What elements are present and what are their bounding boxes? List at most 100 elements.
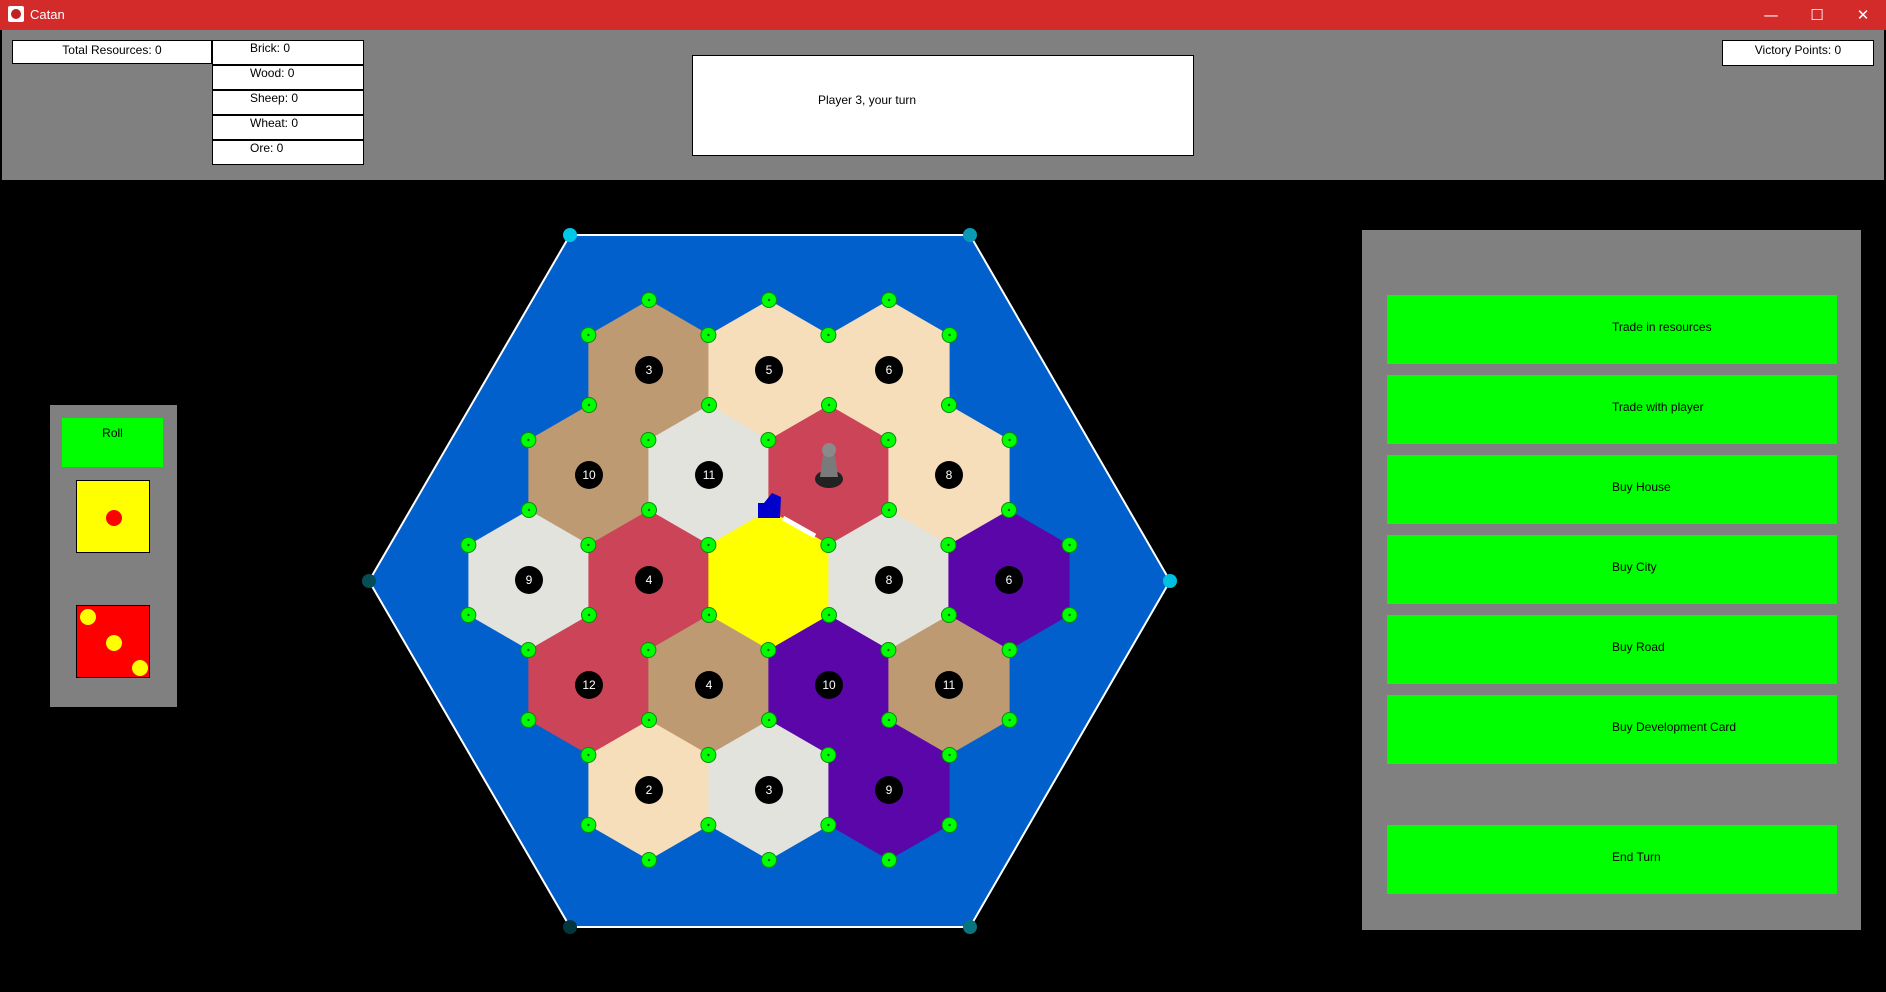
port-node xyxy=(963,228,977,242)
settlement-node-dot xyxy=(587,543,590,547)
number-token-label: 5 xyxy=(766,363,773,377)
settlement-node-dot xyxy=(707,613,711,617)
settlement-node-dot xyxy=(767,858,771,862)
settlement-node-dot xyxy=(707,403,711,407)
settlement-node-dot xyxy=(1007,508,1011,512)
settlement-node-dot xyxy=(707,753,710,757)
settlement-node-dot xyxy=(827,753,830,757)
port-node xyxy=(563,920,577,934)
dice-panel: Roll xyxy=(50,405,177,707)
roll-button[interactable]: Roll xyxy=(62,418,163,467)
number-token-label: 2 xyxy=(646,783,653,797)
number-token-label: 6 xyxy=(886,363,893,377)
settlement-node-dot xyxy=(947,543,950,547)
settlement-node-dot xyxy=(767,718,771,722)
number-token-label: 3 xyxy=(646,363,653,377)
settlement-node-dot xyxy=(827,333,830,337)
die-pip xyxy=(106,509,122,526)
number-token-label: 12 xyxy=(582,678,596,692)
settlement-node-dot xyxy=(947,613,951,617)
settlement-node-dot xyxy=(827,823,830,827)
settlement-node-dot xyxy=(707,543,710,547)
settlement-node-dot xyxy=(527,718,530,722)
end-turn-label: End Turn xyxy=(1612,850,1661,864)
buy-development-card-label: Buy Development Card xyxy=(1612,720,1737,734)
buy-road-label: Buy Road xyxy=(1612,640,1665,654)
robber-body xyxy=(820,455,838,477)
settlement-node-dot xyxy=(647,718,651,722)
settlement-node-dot xyxy=(887,858,891,862)
trade-resources-button[interactable]: Trade in resources xyxy=(1387,295,1837,364)
die-2 xyxy=(76,605,150,678)
settlement-node-dot xyxy=(467,543,470,547)
settlement-node-dot xyxy=(527,438,530,442)
settlement-node-dot xyxy=(827,613,831,617)
settlement-node-dot xyxy=(647,648,650,652)
die-1 xyxy=(76,480,150,553)
number-token-label: 4 xyxy=(646,573,653,587)
settlement-node-dot xyxy=(1008,648,1011,652)
settlement-node-dot xyxy=(767,648,770,652)
settlement-node-dot xyxy=(1068,543,1071,547)
settlement-node-dot xyxy=(647,858,651,862)
settlement-node-dot xyxy=(827,543,830,547)
port-node xyxy=(1163,574,1177,588)
trade-player-label: Trade with player xyxy=(1612,400,1704,414)
settlement-node-dot xyxy=(948,753,951,757)
number-token-label: 11 xyxy=(703,468,716,482)
settlement-node-dot xyxy=(647,438,650,442)
number-token-label: 9 xyxy=(526,573,533,587)
settlement-node-dot xyxy=(647,508,651,512)
settlement-node-dot xyxy=(527,508,531,512)
die-pip xyxy=(106,634,122,651)
number-token-label: 4 xyxy=(706,678,713,692)
settlement-node-dot xyxy=(887,438,890,442)
port-node xyxy=(362,574,376,588)
buy-house-label: Buy House xyxy=(1612,480,1671,494)
robber-head xyxy=(822,443,836,457)
die-pip xyxy=(131,660,148,677)
settlement-node-dot xyxy=(587,333,590,337)
buy-city-button[interactable]: Buy City xyxy=(1387,535,1837,604)
trade-player-button[interactable]: Trade with player xyxy=(1387,375,1837,444)
settlement-node-dot xyxy=(527,648,530,652)
number-token-label: 10 xyxy=(822,678,836,692)
settlement-node-dot xyxy=(1008,718,1011,722)
settlement-node-dot xyxy=(467,613,470,617)
settlement-node-dot xyxy=(587,403,591,407)
settlement-node-dot xyxy=(827,403,831,407)
settlement-node-dot xyxy=(887,508,891,512)
buy-road-button[interactable]: Buy Road xyxy=(1387,615,1837,684)
settlement-node-dot xyxy=(767,298,771,302)
settlement-node-dot xyxy=(887,648,890,652)
settlement-node-dot xyxy=(647,298,651,302)
buy-house-button[interactable]: Buy House xyxy=(1387,455,1837,524)
trade-resources-label: Trade in resources xyxy=(1612,320,1712,334)
end-turn-button[interactable]: End Turn xyxy=(1387,825,1837,894)
port-node xyxy=(563,228,577,242)
number-token-label: 8 xyxy=(886,573,893,587)
number-token-label: 10 xyxy=(582,468,596,482)
settlement-node-dot xyxy=(587,823,590,827)
number-token-label: 11 xyxy=(943,678,956,692)
settlement-node-dot xyxy=(887,718,891,722)
port-node xyxy=(963,920,977,934)
buy-city-label: Buy City xyxy=(1612,560,1657,574)
settlement-node-dot xyxy=(948,823,951,827)
action-panel: Trade in resources Trade with player Buy… xyxy=(1362,230,1861,930)
settlement-node-dot xyxy=(707,333,710,337)
buy-development-card-button[interactable]: Buy Development Card xyxy=(1387,695,1837,764)
settlement-node-dot xyxy=(1008,438,1011,442)
number-token-label: 6 xyxy=(1006,573,1013,587)
number-token-label: 9 xyxy=(886,783,893,797)
die-pip xyxy=(80,608,97,625)
settlement-node-dot xyxy=(947,403,951,407)
settlement-node-dot xyxy=(948,333,951,337)
settlement-node-dot xyxy=(587,753,590,757)
settlement-node-dot xyxy=(887,298,891,302)
settlement-node-dot xyxy=(587,613,591,617)
settlement-node-dot xyxy=(1068,613,1071,617)
settlement-node-dot xyxy=(767,438,770,442)
settlement-node-dot xyxy=(707,823,710,827)
number-token-label: 8 xyxy=(946,468,953,482)
